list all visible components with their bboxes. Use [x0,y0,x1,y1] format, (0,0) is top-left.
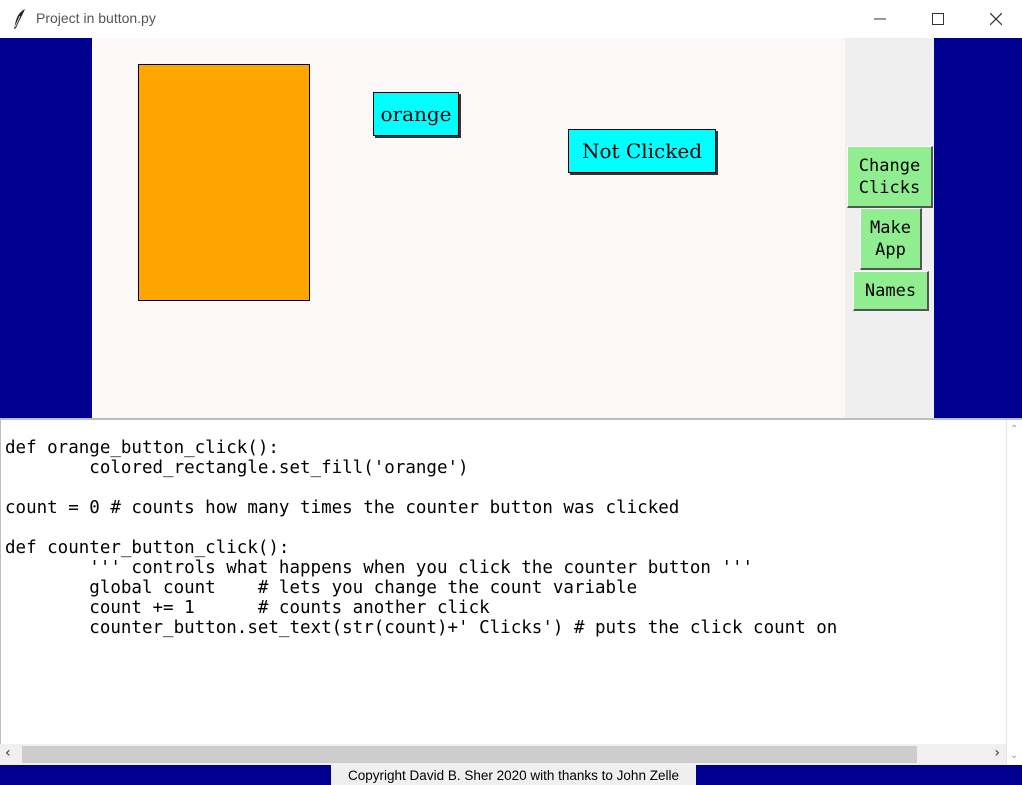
change-clicks-button[interactable]: Change Clicks [847,146,933,208]
side-panel: Change Clicks Make App Names [845,38,934,418]
names-button[interactable]: Names [853,271,929,311]
horizontal-scroll-thumb[interactable] [22,746,917,763]
maximize-button[interactable] [909,0,967,38]
maximize-icon [932,10,944,29]
footer: Copyright David B. Sher 2020 with thanks… [0,765,1022,785]
make-app-button[interactable]: Make App [860,208,922,270]
feather-icon [12,8,28,30]
scroll-up-icon[interactable]: ⌃ [1010,424,1018,435]
minimize-icon [874,10,886,29]
code-text: def orange_button_click(): colored_recta… [5,438,838,638]
colored-rectangle [138,64,310,301]
app-frame: orange Not Clicked Change Clicks Make Ap… [0,38,1022,418]
window-title: Project in button.py [36,10,156,26]
close-button[interactable] [967,0,1022,38]
title-bar: Project in button.py [0,0,1022,38]
copyright-label: Copyright David B. Sher 2020 with thanks… [331,765,696,785]
graphics-canvas[interactable]: orange Not Clicked [92,38,845,418]
close-icon [989,10,1003,29]
orange-button[interactable]: orange [373,92,459,136]
minimize-button[interactable] [851,0,909,38]
vertical-scrollbar[interactable]: ⌃ ⌄ [1006,420,1022,765]
code-text-area[interactable]: def orange_button_click(): colored_recta… [0,420,1006,744]
counter-button[interactable]: Not Clicked [568,129,716,173]
scroll-right-icon[interactable]: › [994,745,1000,761]
scroll-down-icon[interactable]: ⌄ [1010,750,1018,761]
scroll-left-icon[interactable]: ‹ [5,745,11,761]
horizontal-scrollbar[interactable]: ‹ › [0,744,1006,765]
